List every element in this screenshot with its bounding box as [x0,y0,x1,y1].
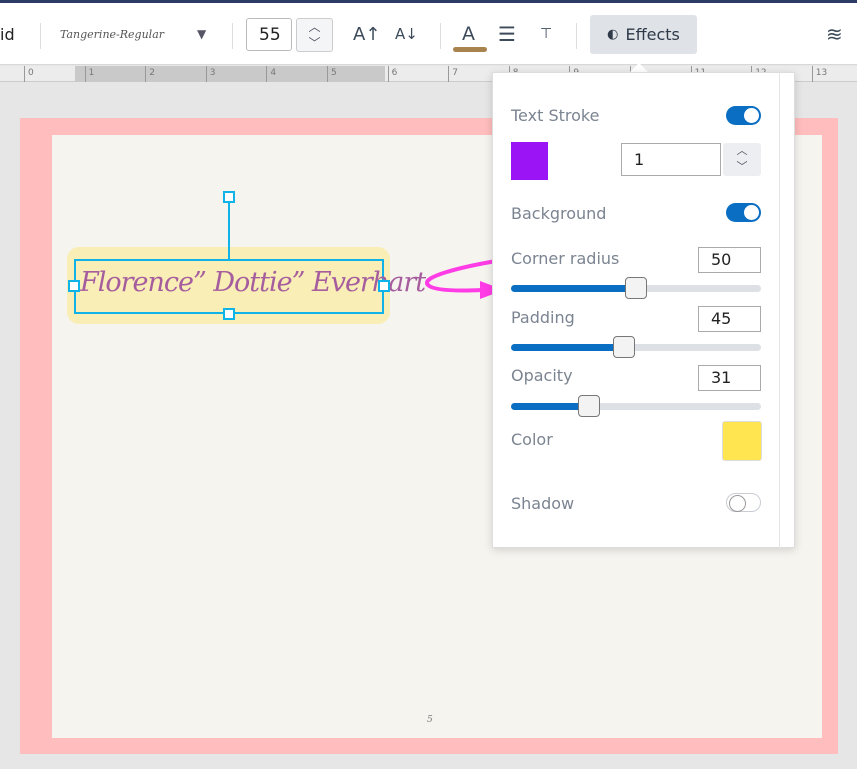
slider-fill [511,403,589,410]
toolbar: id Tangerine-Regular ▼ 55 ︿ ﹀ A↑ A↓ A ☰ ⊤… [0,3,857,65]
ruler-tick: 1 [84,66,94,82]
ruler-tick: 5 [327,66,337,82]
decrease-font-size-icon[interactable]: A↓ [395,3,418,65]
divider [232,23,233,49]
increase-font-size-icon[interactable]: A↑ [353,3,380,65]
corner-radius-input[interactable]: 50 [698,247,761,273]
text-content[interactable]: Florence” Dottie” Everhart [80,267,426,298]
divider [576,23,577,49]
background-toggle[interactable] [726,203,761,222]
opacity-slider[interactable] [511,395,761,417]
chevron-down-icon[interactable]: ﹀ [297,35,332,51]
divider [40,23,41,49]
selected-text-box[interactable]: Florence” Dottie” Everhart [74,259,426,314]
chevron-up-icon[interactable]: ︿ [723,143,761,159]
color-label: Color [511,430,553,449]
text-color-icon[interactable]: A [462,3,475,65]
text-stroke-label: Text Stroke [511,106,600,125]
corner-radius-label: Corner radius [511,249,620,268]
text-stroke-toggle[interactable] [726,106,761,125]
stroke-color-swatch[interactable] [511,142,548,180]
font-size-stepper[interactable]: ︿ ﹀ [296,18,333,52]
resize-handle-right[interactable] [378,280,390,292]
ruler-tick: 2 [145,66,155,82]
background-label: Background [511,204,607,223]
divider [440,23,441,49]
vertical-align-top-icon[interactable]: ⊤ [540,3,552,65]
font-select[interactable]: Tangerine-Regular [60,3,164,65]
ruler-tick: 6 [387,66,397,82]
ruler-tick: 0 [24,66,34,82]
text-color-swatch [453,47,487,52]
ruler-tick: 13 [811,66,827,82]
shadow-label: Shadow [511,494,575,513]
slider-fill [511,344,624,351]
slider-thumb[interactable] [577,395,600,417]
font-size-input[interactable]: 55 [246,18,292,51]
stroke-width-stepper[interactable]: ︿ ﹀ [723,143,761,176]
effects-icon: ◐ [607,27,619,42]
effects-button[interactable]: ◐ Effects [590,15,697,54]
ruler-tick: 3 [205,66,216,82]
stroke-width-input[interactable]: 1 [621,143,721,176]
effects-label: Effects [625,25,680,44]
scrollbar[interactable] [779,73,780,549]
partial-button-label[interactable]: id [0,3,15,65]
ruler-selection [75,66,385,82]
chevron-up-icon[interactable]: ︿ [297,19,332,35]
shadow-toggle[interactable] [726,493,761,512]
opacity-input[interactable]: 31 [698,365,761,391]
layers-icon[interactable]: ≋ [826,3,843,65]
slider-thumb[interactable] [625,277,647,299]
resize-handle-bottom[interactable] [223,308,235,320]
padding-input[interactable]: 45 [698,306,761,332]
padding-slider[interactable] [511,336,761,358]
slider-thumb[interactable] [612,336,635,358]
resize-handle-left[interactable] [68,280,80,292]
opacity-label: Opacity [511,366,573,385]
padding-label: Padding [511,308,575,327]
ruler-tick: 7 [448,66,458,82]
ruler-tick: 4 [266,66,276,82]
chevron-down-icon[interactable]: ﹀ [723,159,761,175]
chevron-down-icon[interactable]: ▼ [197,3,206,65]
rotate-line [228,203,230,260]
slider-fill [511,285,636,292]
background-color-swatch[interactable] [722,421,762,461]
page-number: 5 [427,715,433,725]
corner-radius-slider[interactable] [511,277,761,299]
popover-arrow [630,63,648,72]
align-center-icon[interactable]: ☰ [498,3,516,65]
rotate-handle[interactable] [223,191,235,203]
